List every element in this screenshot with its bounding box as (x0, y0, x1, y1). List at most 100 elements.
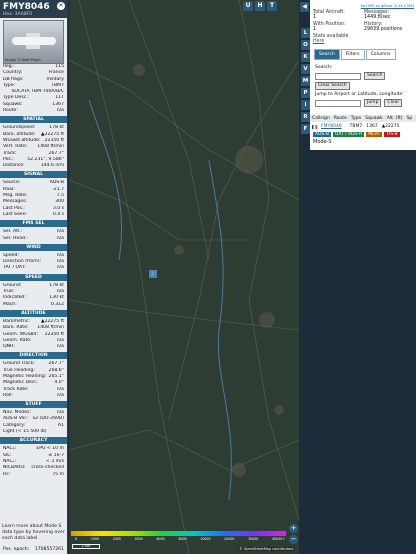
direction-rows: Ground Track: 267.7° True Heading: 268.6° Ma… (0, 361, 67, 399)
toggle-h-button[interactable]: H (255, 1, 265, 11)
collapse-panel-arrow-icon[interactable]: ◀ (300, 2, 309, 12)
close-icon[interactable]: ✕ (57, 2, 65, 10)
fms-row: Sel. Head.: n/a (0, 236, 67, 242)
row-value: 0.312 (50, 301, 64, 307)
zoom-in-button[interactable]: + (289, 524, 298, 533)
row-label: Rc: (3, 471, 11, 477)
row-value: n/a (56, 344, 64, 350)
section-direction: DIRECTION (0, 352, 67, 360)
stat-value: 1 (313, 27, 317, 32)
legend-tick: 2000 (112, 537, 121, 541)
map-button-f[interactable]: F (301, 124, 310, 134)
section-spatial: SPATIAL (0, 116, 67, 124)
map-scale-bar: 2 km (72, 544, 100, 549)
row-value: n/a (56, 235, 64, 241)
map-button-l[interactable]: L (301, 28, 310, 38)
map-button-p[interactable]: P (301, 88, 310, 98)
row-label: Last Seen: (3, 211, 28, 217)
map-attribution[interactable]: © OpenStreetMap contributors (238, 547, 295, 551)
stat-value: 1449.8/sec (364, 15, 391, 20)
map-button-k[interactable]: K (301, 52, 310, 62)
row-value: n/a (56, 265, 64, 271)
column-header[interactable]: Route (334, 116, 347, 121)
clear-search-button[interactable]: Clear Search (315, 82, 350, 90)
altitude-row: QNH: n/a (0, 344, 67, 350)
column-header[interactable]: Type (351, 116, 361, 121)
zoom-out-button[interactable]: − (289, 535, 298, 544)
jump-button[interactable]: Jump (364, 99, 382, 107)
table-row[interactable]: FMY8046 TBM7 1367 ▲22275 (310, 122, 416, 131)
legend-tick: 4000 (134, 537, 143, 541)
table-cell: FMY8046 (321, 124, 342, 129)
toggle-t-button[interactable]: T (267, 1, 277, 11)
source-badges: ADS-B UAT / ADS-R MLAT TIS-B (310, 131, 416, 138)
section-stuff: STUFF (0, 401, 67, 409)
map-background (69, 0, 299, 554)
column-header[interactable]: Sp (407, 116, 413, 121)
right-panel-empty-area (310, 150, 416, 554)
section-fms: FMS SEL (0, 220, 67, 228)
spatial-rows: Groundspeed: 178 kt Baro. altitude: ▲22275 … (0, 125, 67, 169)
map-button-i[interactable]: I (301, 100, 310, 110)
column-header[interactable]: Alt. (ft) (387, 116, 403, 121)
row-label: QNH: (3, 344, 16, 350)
row-label: Light (< 15 500 lb) (3, 429, 47, 435)
fms-rows: Sel. Alt.: n/a Sel. Head.: n/a (0, 229, 67, 242)
photo-caption: Image © Raffi Pham (5, 58, 41, 62)
column-header[interactable]: Squawk (365, 116, 383, 121)
legend-tick: 0 (75, 537, 78, 541)
map-button-m[interactable]: M (301, 76, 310, 86)
map-vertical-buttons: LOKVMPIRF (301, 28, 310, 134)
aircraft-photo[interactable]: Image © Raffi Pham (3, 20, 64, 64)
callsign: FMY8046 (3, 2, 50, 12)
section-signal: SIGNAL (0, 171, 67, 179)
row-label: TAT / OAT: (3, 265, 26, 271)
spatial-row: Distance: 144.6 nmi (0, 163, 67, 169)
map-button-r[interactable]: R (301, 112, 310, 122)
legend-tick: 30000 (248, 537, 259, 541)
jump-clear-button[interactable]: Clear (384, 99, 403, 107)
plane-body-shape (12, 37, 56, 45)
row-label: Sel. Head.: (3, 235, 28, 241)
column-header[interactable]: Callsign (312, 116, 330, 121)
map-button-o[interactable]: O (301, 40, 310, 50)
stat-item: Total Aircraft: 1 (313, 10, 362, 20)
map-canvas[interactable] (69, 0, 299, 554)
map-top-buttons: U H T (243, 1, 277, 11)
toggle-u-button[interactable]: U (243, 1, 253, 11)
stuff-row: Light (< 15 500 lb) (0, 429, 67, 435)
stat-value[interactable]: Here (313, 39, 362, 44)
tab-filters[interactable]: Filters (340, 49, 365, 60)
row-value: n/a (56, 392, 64, 398)
aircraft-table: Callsign Route Type Squawk Alt. (ft) Sp FMY80… (310, 115, 416, 131)
table-cell: TBM7 (349, 124, 363, 129)
section-wind: WIND (0, 243, 67, 251)
jump-input[interactable] (315, 99, 361, 107)
table-cell: ▲22275 (381, 124, 400, 129)
accuracy-row: Rc: 75 m (0, 472, 67, 478)
stat-item: With Position: 1 (313, 22, 362, 32)
wind-row: TAT / OAT: n/a (0, 265, 67, 271)
stat-item: Stats available Here (313, 34, 362, 44)
table-cell: 1367 (366, 124, 378, 129)
legend-tick: 6000 (156, 537, 165, 541)
zoom-controls: + − (289, 524, 298, 544)
map-svg (69, 0, 299, 554)
section-speed: SPEED (0, 273, 67, 281)
source-badge: MLAT (366, 132, 383, 137)
wind-rows: Speed: n/a Direction (from): n/a TAT / OAT: n… (0, 253, 67, 272)
stat-value: 29639 positions (364, 27, 403, 32)
github-link[interactable]: tar1090 on github (3.14.1706) (310, 0, 416, 8)
tab-search[interactable]: Search (314, 49, 340, 60)
stat-item: History: 29639 positions (364, 22, 413, 32)
stats-grid: Total Aircraft: 1 Messages: 1449.8/sec With … (310, 8, 416, 46)
legend-tick: 10000 (200, 537, 211, 541)
search-button[interactable]: Search (364, 72, 386, 80)
speed-row: Mach: 0.312 (0, 302, 67, 308)
map-button-v[interactable]: V (301, 64, 310, 74)
reg-row: Route: n/a (0, 108, 67, 114)
tab-columns[interactable]: Columns (365, 49, 396, 60)
legend-tick: 1000 (90, 537, 99, 541)
search-input[interactable] (315, 72, 361, 80)
stat-item (364, 34, 413, 44)
